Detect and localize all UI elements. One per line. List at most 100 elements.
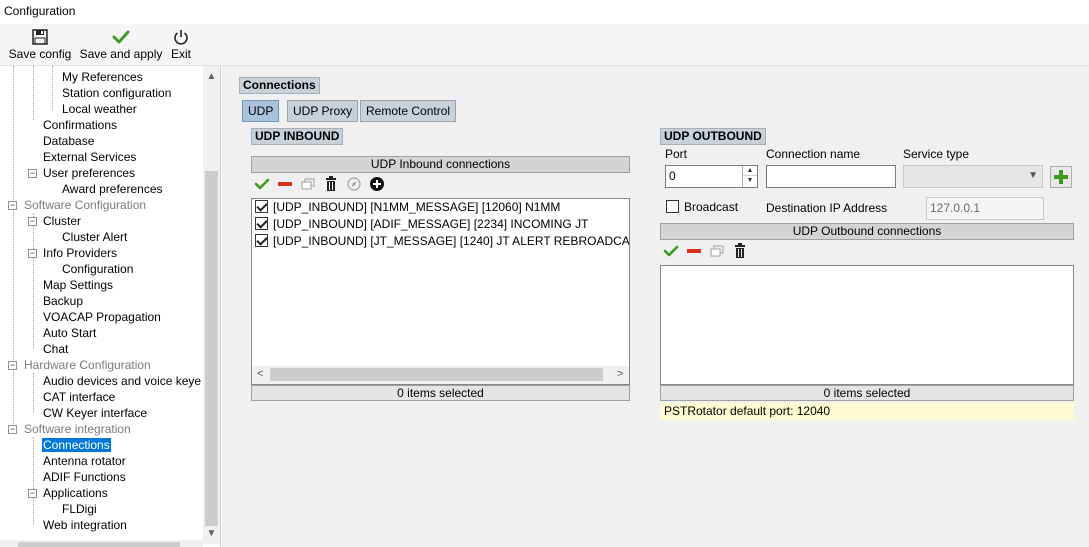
broadcast-checkbox[interactable]: Broadcast bbox=[666, 200, 738, 214]
tree-connector bbox=[52, 66, 53, 110]
scrollbar-thumb[interactable] bbox=[205, 171, 218, 526]
tree-connector bbox=[33, 437, 34, 525]
spin-up-icon[interactable]: ▲ bbox=[743, 166, 757, 176]
row-checkbox[interactable] bbox=[255, 200, 268, 213]
duplicate-icon[interactable] bbox=[709, 243, 725, 259]
tree-item-adif-functions[interactable]: ADIF Functions bbox=[43, 469, 126, 485]
collapse-toggle-icon[interactable]: − bbox=[8, 425, 17, 434]
spin-down-icon[interactable]: ▼ bbox=[743, 176, 757, 186]
tree-item-confirmations[interactable]: Confirmations bbox=[43, 117, 117, 133]
inbound-list-header: UDP Inbound connections bbox=[251, 156, 630, 173]
tree-item-auto-start[interactable]: Auto Start bbox=[43, 325, 96, 341]
tree-item-user-preferences[interactable]: User preferences bbox=[43, 165, 135, 181]
tree-item-station-configuration[interactable]: Station configuration bbox=[62, 85, 171, 101]
tree-item-applications[interactable]: Applications bbox=[43, 485, 108, 501]
tree-item-hardware-configuration[interactable]: Hardware Configuration bbox=[24, 357, 151, 373]
remove-icon[interactable] bbox=[686, 243, 702, 259]
trash-icon[interactable] bbox=[732, 243, 748, 259]
tree-item-antenna-rotator[interactable]: Antenna rotator bbox=[43, 453, 126, 469]
plus-icon bbox=[1054, 170, 1068, 184]
collapse-toggle-icon[interactable]: − bbox=[8, 201, 17, 210]
service-type-select[interactable]: ▼ bbox=[903, 165, 1043, 188]
tree-item-audio-devices[interactable]: Audio devices and voice keye bbox=[43, 373, 201, 389]
tree-item-configuration[interactable]: Configuration bbox=[62, 261, 133, 277]
enable-check-icon[interactable] bbox=[254, 176, 270, 192]
port-spinbox[interactable]: 0 ▲ ▼ bbox=[665, 165, 758, 188]
tree-item-connections[interactable]: Connections bbox=[42, 437, 111, 453]
add-outbound-button[interactable] bbox=[1050, 166, 1072, 188]
tree-connector bbox=[33, 66, 34, 120]
power-icon bbox=[174, 30, 188, 45]
broadcast-check[interactable] bbox=[666, 200, 679, 213]
list-item[interactable]: [UDP_INBOUND] [ADIF_MESSAGE] [2234] INCO… bbox=[255, 216, 588, 233]
service-type-label: Service type bbox=[903, 147, 970, 161]
scroll-right-icon[interactable]: > bbox=[617, 368, 623, 380]
tree-item-local-weather[interactable]: Local weather bbox=[62, 101, 137, 117]
exit-button[interactable]: Exit bbox=[168, 28, 194, 62]
checkmark-icon bbox=[112, 30, 130, 44]
tree-item-fldigi[interactable]: FLDigi bbox=[62, 501, 97, 517]
row-checkbox[interactable] bbox=[255, 234, 268, 247]
scrollbar-thumb[interactable] bbox=[270, 368, 603, 381]
tree-item-info-providers[interactable]: Info Providers bbox=[43, 245, 117, 261]
tree-item-backup[interactable]: Backup bbox=[43, 293, 83, 309]
tree-item-software-configuration[interactable]: Software Configuration bbox=[24, 197, 146, 213]
tree-horizontal-scrollbar[interactable] bbox=[0, 540, 203, 547]
tree-item-my-references[interactable]: My References bbox=[62, 69, 143, 85]
tree-item-chat[interactable]: Chat bbox=[43, 341, 68, 357]
save-config-button[interactable]: Save config bbox=[8, 28, 72, 62]
tree-item-map-settings[interactable]: Map Settings bbox=[43, 277, 113, 293]
collapse-toggle-icon[interactable]: − bbox=[8, 361, 17, 370]
tree-item-software-integration[interactable]: Software integration bbox=[24, 421, 131, 437]
list-item[interactable]: [UDP_INBOUND] [N1MM_MESSAGE] [12060] N1M… bbox=[255, 199, 560, 216]
list-item[interactable]: [UDP_INBOUND] [JT_MESSAGE] [1240] JT ALE… bbox=[255, 233, 629, 250]
enable-check-icon[interactable] bbox=[663, 243, 679, 259]
tab-udp-proxy[interactable]: UDP Proxy bbox=[287, 100, 359, 122]
tree-item-cat-interface[interactable]: CAT interface bbox=[43, 389, 115, 405]
tree-item-database[interactable]: Database bbox=[43, 133, 94, 149]
tree-item-external-services[interactable]: External Services bbox=[43, 149, 136, 165]
tree-item-cw-keyer-interface[interactable]: CW Keyer interface bbox=[43, 405, 147, 421]
tree-item-voacap-propagation[interactable]: VOACAP Propagation bbox=[43, 309, 161, 325]
scroll-down-icon[interactable]: ▼ bbox=[203, 525, 220, 542]
spin-buttons[interactable]: ▲ ▼ bbox=[742, 166, 757, 187]
tab-remote-control[interactable]: Remote Control bbox=[360, 100, 457, 122]
destination-ip-field[interactable]: 127.0.0.1 bbox=[926, 197, 1044, 220]
tree-connector bbox=[33, 213, 34, 349]
scrollbar-thumb[interactable] bbox=[18, 542, 180, 547]
outbound-icon-toolbar bbox=[660, 243, 1074, 261]
trash-icon[interactable] bbox=[323, 176, 339, 192]
collapse-toggle-icon[interactable]: − bbox=[28, 489, 37, 498]
row-checkbox[interactable] bbox=[255, 217, 268, 230]
duplicate-icon[interactable] bbox=[300, 176, 316, 192]
scroll-left-icon[interactable]: < bbox=[257, 368, 263, 380]
tree-item-cluster[interactable]: Cluster bbox=[43, 213, 81, 229]
save-and-apply-button[interactable]: Save and apply bbox=[79, 28, 163, 62]
tree-vertical-scrollbar[interactable]: ▲ ▼ bbox=[203, 66, 220, 544]
compass-icon[interactable] bbox=[346, 176, 362, 192]
tab-udp[interactable]: UDP bbox=[242, 100, 280, 122]
connection-name-label: Connection name bbox=[766, 147, 861, 161]
collapse-toggle-icon[interactable]: − bbox=[28, 217, 37, 226]
add-circle-icon[interactable] bbox=[369, 176, 385, 192]
scroll-up-icon[interactable]: ▲ bbox=[203, 68, 220, 85]
udp-inbound-title: UDP INBOUND bbox=[251, 128, 344, 145]
tree-item-award-preferences[interactable]: Award preferences bbox=[62, 181, 163, 197]
destination-ip-label: Destination IP Address bbox=[766, 201, 888, 215]
destination-ip-value: 127.0.0.1 bbox=[930, 201, 981, 215]
inbound-horizontal-scrollbar[interactable]: < > bbox=[252, 366, 629, 384]
tree-item-cluster-alert[interactable]: Cluster Alert bbox=[62, 229, 127, 245]
port-value: 0 bbox=[669, 169, 676, 183]
tree-item-web-integration[interactable]: Web integration bbox=[43, 517, 127, 533]
connection-name-field[interactable] bbox=[766, 165, 896, 188]
settings-tree[interactable]: My References Station configuration Loca… bbox=[0, 66, 221, 547]
info-message: PSTRotator default port: 12040 bbox=[660, 403, 1074, 420]
inbound-icon-toolbar bbox=[251, 176, 630, 194]
port-label: Port bbox=[665, 147, 688, 161]
inbound-connections-list[interactable]: [UDP_INBOUND] [N1MM_MESSAGE] [12060] N1M… bbox=[251, 198, 630, 385]
outbound-connections-list[interactable] bbox=[660, 265, 1074, 385]
remove-icon[interactable] bbox=[277, 176, 293, 192]
collapse-toggle-icon[interactable]: − bbox=[28, 169, 37, 178]
collapse-toggle-icon[interactable]: − bbox=[28, 249, 37, 258]
save-config-label: Save config bbox=[8, 47, 72, 61]
